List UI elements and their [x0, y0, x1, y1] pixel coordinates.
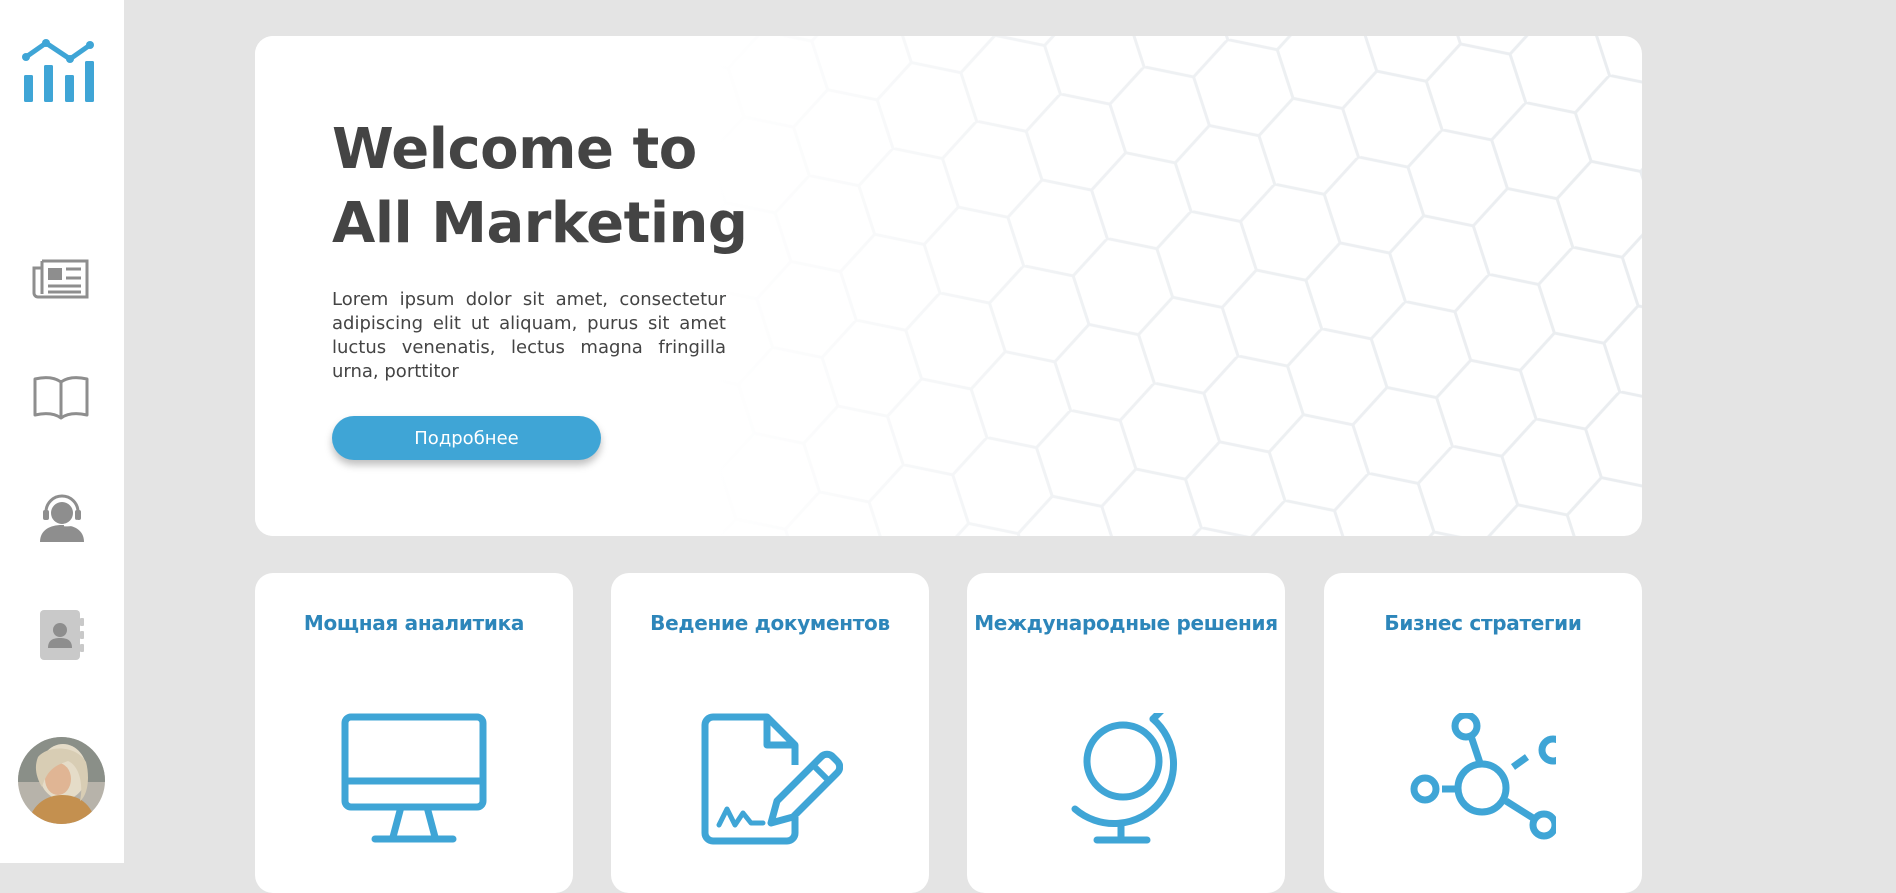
book-icon[interactable] [32, 374, 90, 420]
feature-card-documents[interactable]: Ведение документов [611, 573, 929, 893]
feature-card-analytics[interactable]: Мощная аналитика [255, 573, 573, 893]
feature-card-international[interactable]: Международные решения [967, 573, 1285, 893]
hero-title-line-2: All Marketing [332, 191, 748, 256]
monitor-icon [341, 713, 487, 843]
newspaper-icon[interactable] [32, 258, 90, 300]
feature-card-title: Бизнес стратегии [1384, 611, 1582, 635]
network-nodes-icon [1410, 713, 1556, 840]
more-button[interactable]: Подробнее [332, 416, 601, 460]
hex-pattern-background [255, 36, 1642, 536]
hero-description: Lorem ipsum dolor sit amet, consectetur … [332, 289, 726, 382]
bar-chart-logo-icon[interactable] [22, 37, 98, 105]
feature-card-title: Мощная аналитика [303, 611, 525, 635]
avatar[interactable] [18, 737, 105, 824]
contacts-book-icon[interactable] [38, 608, 86, 662]
hero-title: Welcome to All Marketing [332, 113, 748, 261]
hero-title-line-1: Welcome to [332, 117, 697, 182]
sidebar [0, 0, 124, 863]
document-sign-icon [701, 713, 843, 845]
hero-banner: Welcome to All Marketing Lorem ipsum dolo… [255, 36, 1642, 536]
globe-icon [1071, 713, 1178, 844]
feature-card-title: Ведение документов [650, 611, 890, 635]
feature-card-title: Международные решения [974, 611, 1278, 635]
support-headset-icon[interactable] [38, 490, 86, 542]
feature-card-strategy[interactable]: Бизнес стратегии [1324, 573, 1642, 893]
